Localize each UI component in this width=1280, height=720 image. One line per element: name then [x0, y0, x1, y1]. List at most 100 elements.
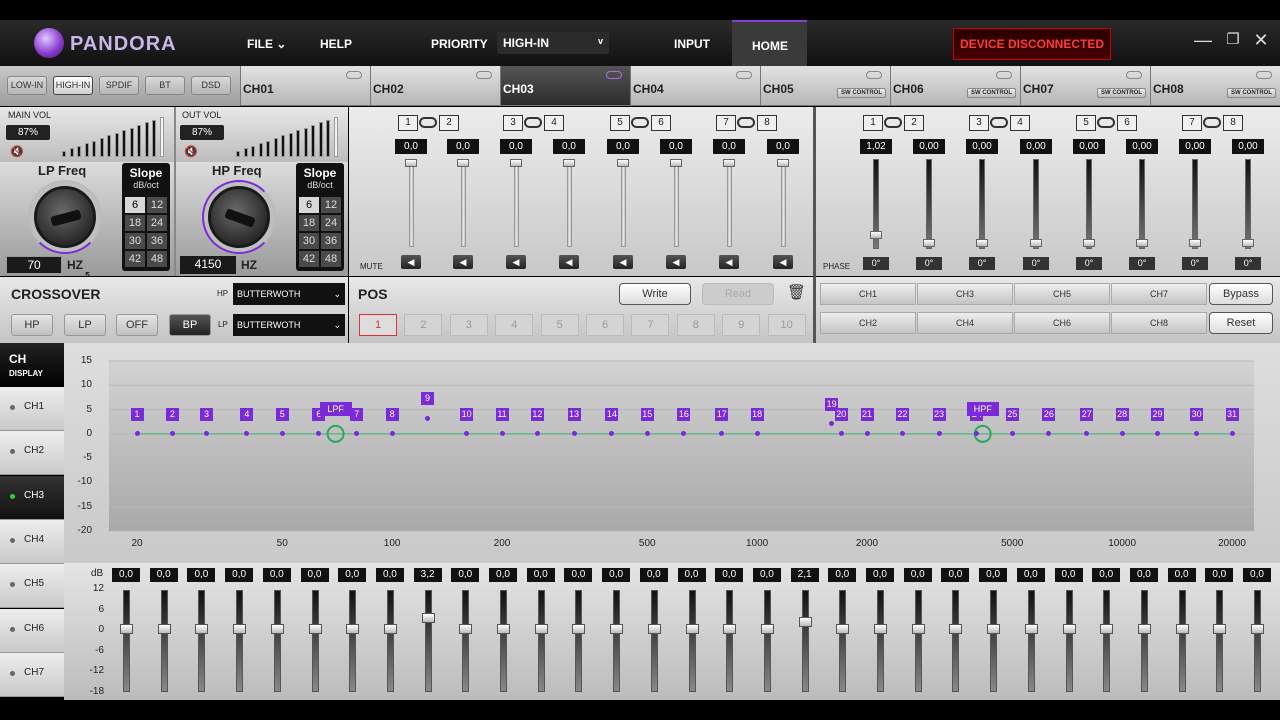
channel-tab-6[interactable]: CH06 SW CONTROL — [890, 66, 1020, 106]
band-label[interactable]: 5 — [275, 407, 289, 421]
output-ch-7-link[interactable]: 7 — [1182, 115, 1202, 131]
slider-thumb[interactable] — [346, 624, 360, 634]
lp-filter-select[interactable]: BUTTERWOTH ⌄ — [233, 314, 345, 336]
slider-thumb[interactable] — [685, 624, 699, 634]
eq-band-slider[interactable] — [914, 590, 922, 692]
speaker-mute-icon[interactable]: 🔇 — [184, 145, 198, 158]
eq-band-value[interactable]: 0,0 — [338, 568, 367, 582]
source-spdif[interactable]: SPDIF — [99, 76, 139, 95]
copy-ch2-button[interactable]: CH2 — [820, 312, 916, 334]
slider-thumb[interactable] — [836, 624, 850, 634]
eq-band-value[interactable]: 0,0 — [187, 568, 216, 582]
lp-slope-18[interactable]: 18 — [125, 215, 145, 231]
output-ch-5-link[interactable]: 5 — [1076, 115, 1096, 131]
band-label[interactable]: 11 — [495, 407, 509, 421]
tab-home[interactable]: HOME — [732, 20, 807, 66]
eq-band-slider[interactable] — [236, 590, 244, 692]
band-point[interactable] — [936, 431, 942, 437]
input-ch-3-link[interactable]: 3 — [503, 115, 523, 131]
eq-band-value[interactable]: 2,1 — [790, 568, 819, 582]
band-label[interactable]: 23 — [932, 407, 946, 421]
eq-band-value[interactable]: 0,0 — [451, 568, 480, 582]
priority-select[interactable]: HIGH-IN v — [497, 32, 609, 54]
phase-button[interactable]: 0° — [969, 257, 995, 270]
eq-band-slider[interactable] — [462, 590, 470, 692]
input-ch-7-link[interactable]: 7 — [716, 115, 736, 131]
output-gain-value[interactable]: 0,00 — [1020, 139, 1052, 154]
crossover-marker-label[interactable]: HPF — [966, 401, 999, 416]
output-gain-value[interactable]: 0,00 — [1126, 139, 1158, 154]
eq-band-slider[interactable] — [311, 590, 319, 692]
trash-icon[interactable]: 🗑 — [787, 283, 806, 301]
band-point[interactable] — [389, 431, 395, 437]
band-label[interactable]: 13 — [567, 407, 581, 421]
hp-slope-18[interactable]: 18 — [299, 215, 319, 231]
eq-band-slider[interactable] — [1140, 590, 1148, 692]
out-vol-meter[interactable] — [236, 115, 346, 157]
crossover-marker-label[interactable]: LPF — [319, 401, 352, 416]
phase-button[interactable]: 0° — [1129, 257, 1155, 270]
output-ch-3-link[interactable]: 3 — [969, 115, 989, 131]
band-label[interactable]: 27 — [1080, 407, 1094, 421]
slider-thumb[interactable] — [949, 624, 963, 634]
write-button[interactable]: Write — [619, 283, 691, 305]
lp-slope-30[interactable]: 30 — [125, 233, 145, 249]
input-gain-slider[interactable] — [674, 159, 679, 247]
band-point[interactable] — [571, 431, 577, 437]
band-label[interactable]: 28 — [1115, 407, 1129, 421]
eq-band-value[interactable]: 0,0 — [1243, 568, 1271, 582]
copy-ch6-button[interactable]: CH6 — [1014, 312, 1110, 334]
band-label[interactable]: 26 — [1042, 407, 1056, 421]
slider-thumb[interactable] — [563, 159, 575, 167]
copy-ch4-button[interactable]: CH4 — [917, 312, 1013, 334]
read-button[interactable]: Read — [702, 283, 774, 305]
eq-band-value[interactable]: 0,0 — [1205, 568, 1234, 582]
slider-thumb[interactable] — [617, 159, 629, 167]
channel-tab-1[interactable]: CH01 — [240, 66, 370, 106]
band-label[interactable]: 4 — [240, 407, 254, 421]
slider-thumb[interactable] — [1100, 624, 1114, 634]
eq-band-slider[interactable] — [575, 590, 583, 692]
copy-ch1-button[interactable]: CH1 — [820, 283, 916, 305]
link-icon[interactable] — [1126, 71, 1142, 79]
hp-slope-42[interactable]: 42 — [299, 251, 319, 267]
mute-button[interactable]: ◀ — [613, 255, 633, 269]
band-label[interactable]: 20 — [834, 407, 848, 421]
display-ch4[interactable]: CH4 — [0, 519, 64, 564]
slider-thumb[interactable] — [723, 159, 735, 167]
pos-button-5[interactable]: 5 — [540, 314, 579, 336]
eq-band-slider[interactable] — [952, 590, 960, 692]
slider-thumb[interactable] — [1030, 239, 1042, 247]
band-point[interactable] — [424, 415, 430, 421]
band-label[interactable]: 17 — [715, 407, 729, 421]
link-icon[interactable] — [346, 71, 362, 79]
speaker-mute-icon[interactable]: 🔇 — [10, 145, 24, 158]
display-ch3[interactable]: CH3 — [0, 475, 64, 520]
phase-button[interactable]: 0° — [916, 257, 942, 270]
hp-slope-6[interactable]: 6 — [299, 197, 319, 213]
eq-band-slider[interactable] — [877, 590, 884, 692]
link-icon[interactable] — [990, 117, 1008, 128]
link-icon[interactable] — [476, 71, 492, 79]
display-ch2[interactable]: CH2 — [0, 431, 64, 476]
close-icon[interactable]: ✕ — [1250, 30, 1272, 51]
hp-freq-input[interactable]: 4150 — [180, 256, 236, 274]
slider-thumb[interactable] — [647, 624, 661, 634]
eq-band-value[interactable]: 3,2 — [413, 568, 442, 582]
input-ch-6-link[interactable]: 6 — [651, 115, 671, 131]
output-gain-value[interactable]: 0,00 — [913, 139, 945, 154]
channel-tab-8[interactable]: CH08 SW CONTROL — [1150, 66, 1280, 106]
eq-band-slider[interactable] — [273, 590, 281, 692]
band-point[interactable] — [1229, 431, 1235, 437]
mute-button[interactable]: ◀ — [666, 255, 686, 269]
hp-filter-select[interactable]: BUTTERWOTH ⌄ — [233, 283, 345, 305]
eq-band-value[interactable]: 0,0 — [979, 568, 1008, 582]
mute-button[interactable]: ◀ — [506, 255, 526, 269]
slider-thumb[interactable] — [497, 624, 510, 634]
band-label[interactable]: 10 — [460, 407, 474, 421]
channel-tab-5[interactable]: CH05 SW CONTROL — [760, 66, 890, 106]
link-icon[interactable] — [606, 71, 622, 79]
slider-thumb[interactable] — [572, 624, 586, 634]
eq-band-slider[interactable] — [650, 590, 658, 692]
eq-band-value[interactable]: 0,0 — [526, 568, 555, 582]
